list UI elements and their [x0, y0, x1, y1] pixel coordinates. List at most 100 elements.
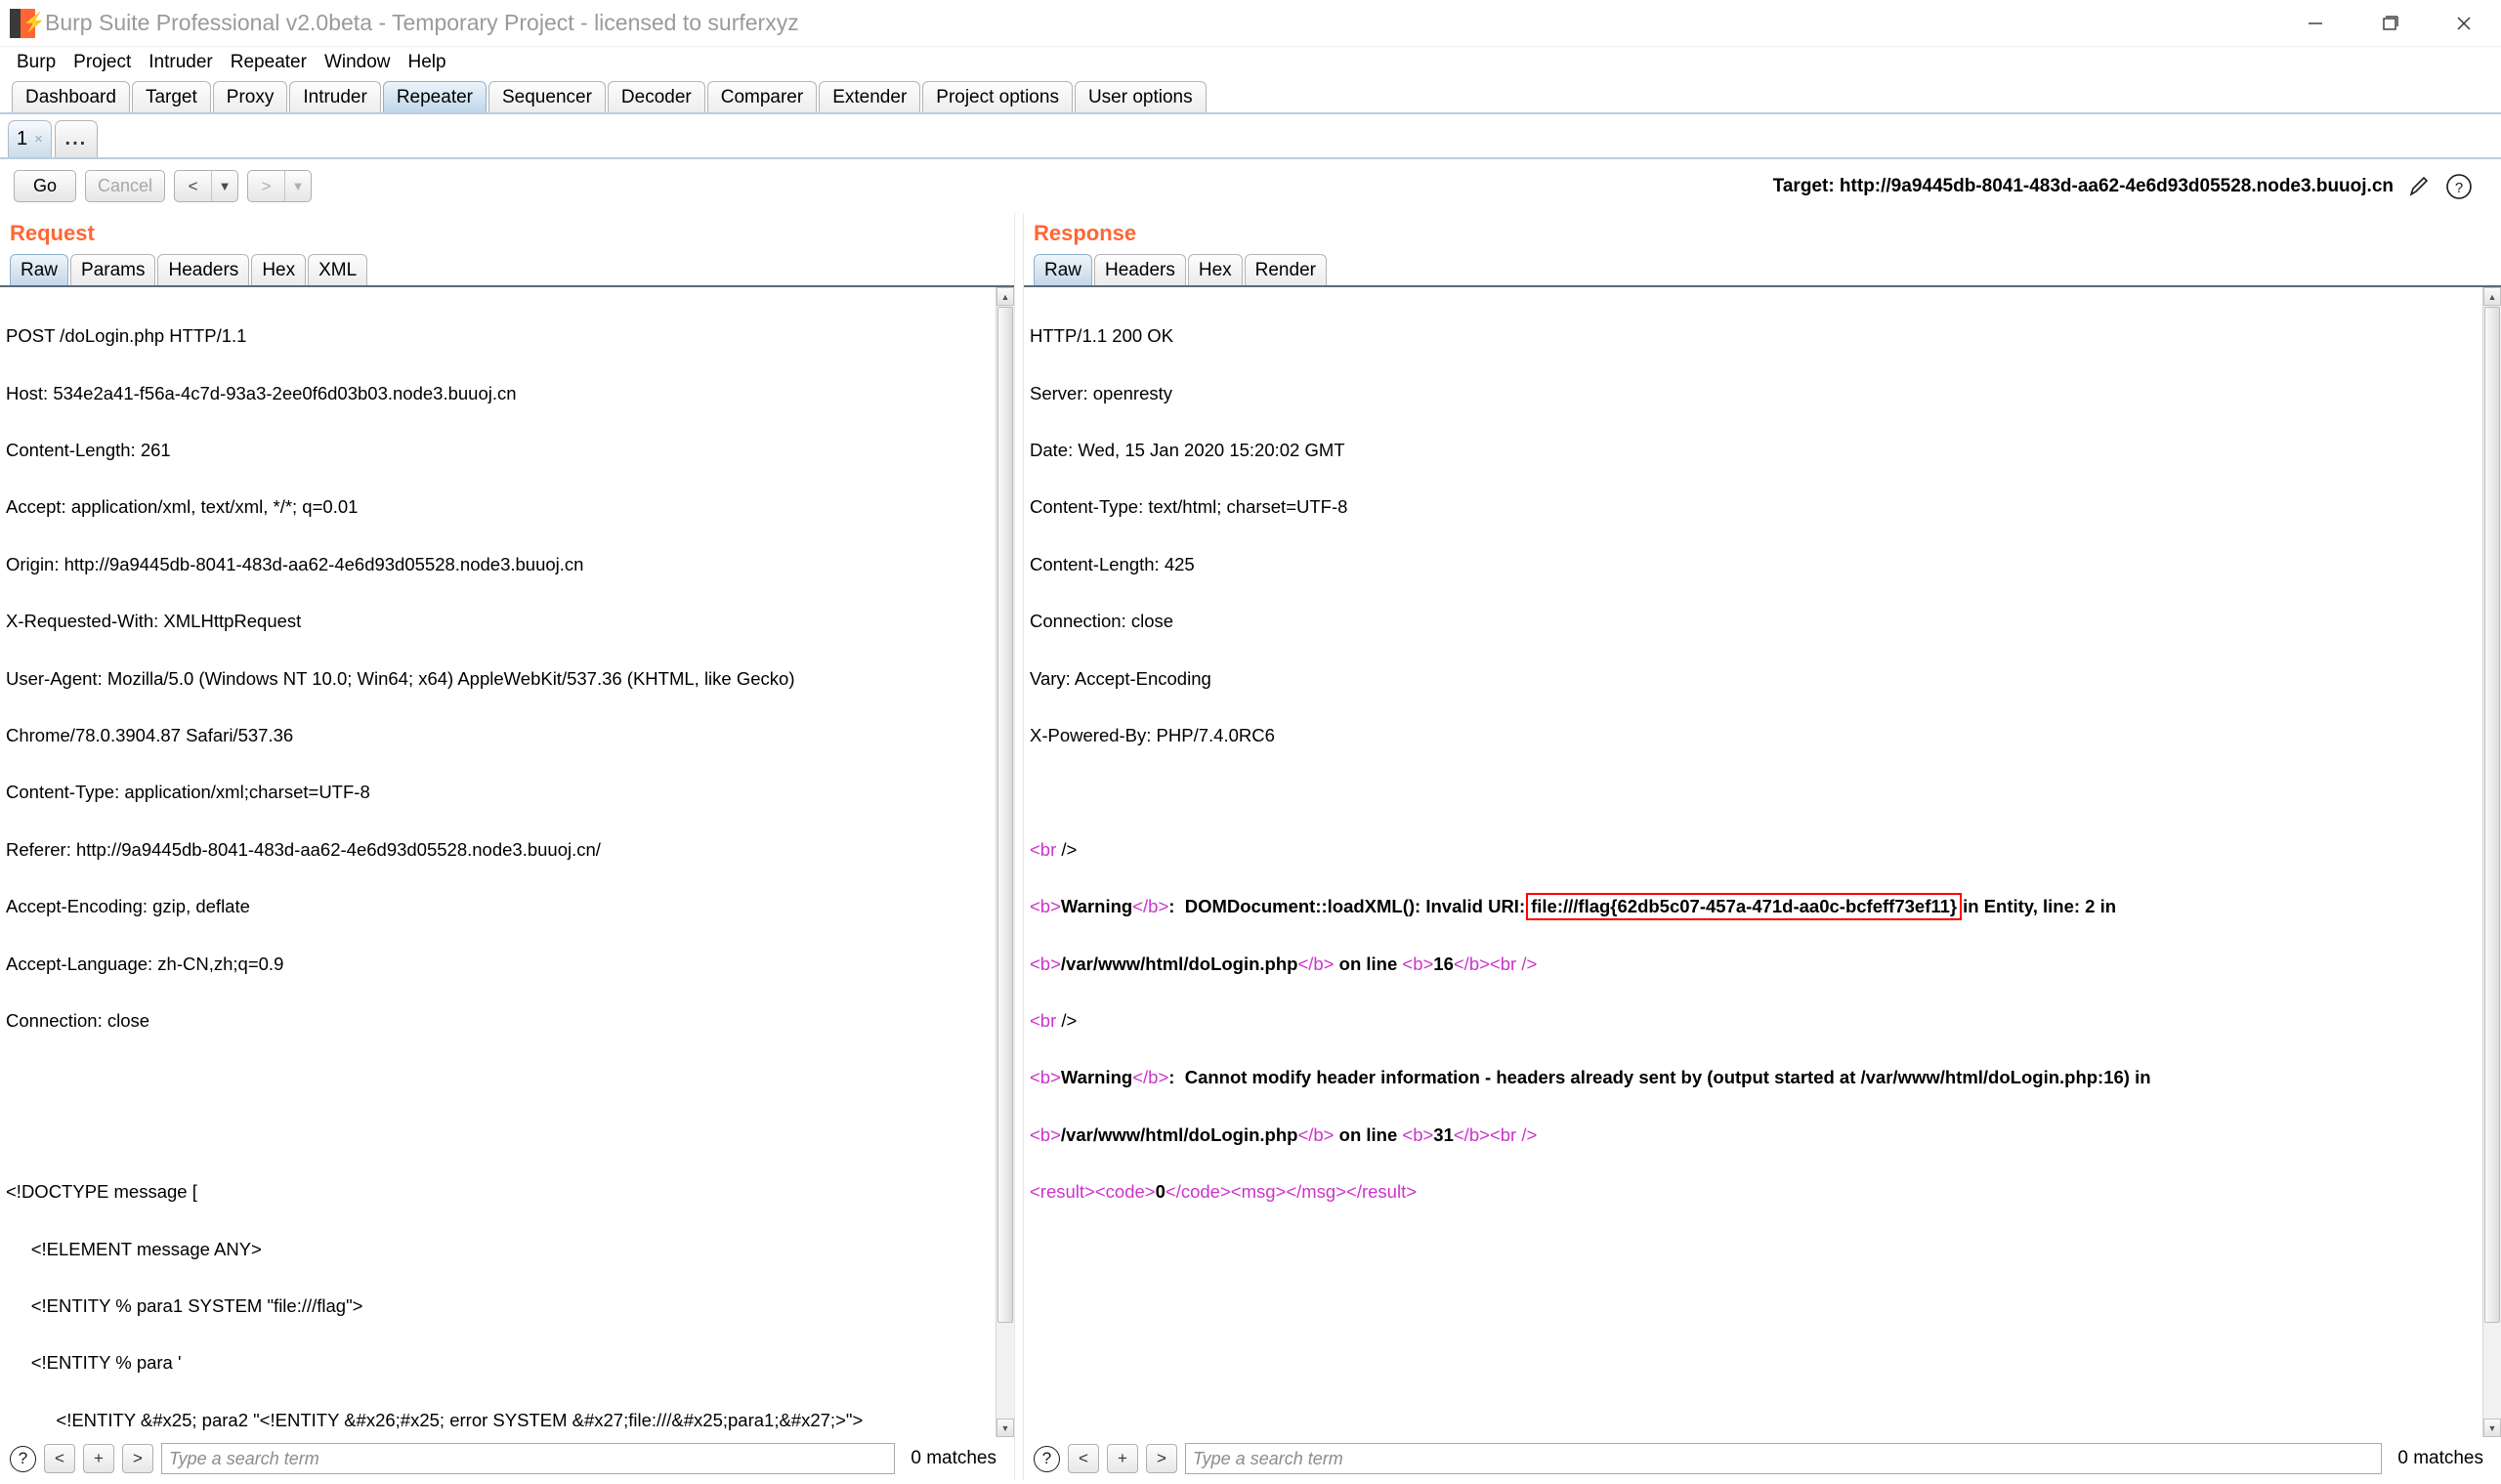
- tab-extender[interactable]: Extender: [819, 81, 921, 112]
- request-tab-headers[interactable]: Headers: [157, 254, 250, 285]
- tab-dashboard[interactable]: Dashboard: [12, 81, 130, 112]
- b-open-tag: <b>: [1030, 896, 1061, 917]
- request-scrollbar[interactable]: ▲ ▼: [996, 287, 1014, 1437]
- tab-project-options[interactable]: Project options: [922, 81, 1073, 112]
- tab-comparer[interactable]: Comparer: [706, 81, 818, 112]
- response-raw-text: HTTP/1.1 200 OK Server: openresty Date: …: [1030, 293, 2501, 1263]
- msg-close-tag: </msg>: [1286, 1181, 1347, 1203]
- b-open-tag: <b>: [1030, 1067, 1061, 1088]
- code-value: 0: [1155, 1181, 1166, 1203]
- response-scrollbar[interactable]: ▲ ▼: [2482, 287, 2501, 1437]
- b-close-tag: </b>: [1453, 953, 1490, 974]
- tab-proxy[interactable]: Proxy: [212, 81, 288, 112]
- search-add-button[interactable]: +: [83, 1444, 114, 1473]
- response-title: Response: [1034, 221, 1137, 245]
- search-next-button[interactable]: >: [122, 1444, 153, 1473]
- br-tag: <br />: [1489, 1124, 1538, 1145]
- request-pane: Request Raw Params Headers Hex XML POST …: [0, 213, 1014, 1480]
- search-prev-button[interactable]: <: [44, 1444, 75, 1473]
- minimize-icon[interactable]: [2278, 0, 2353, 47]
- request-header-line: Content-Type: application/xml;charset=UT…: [6, 782, 370, 803]
- maximize-icon[interactable]: [2353, 0, 2427, 47]
- b-open-tag: <b>: [1402, 1124, 1434, 1145]
- search-prev-button[interactable]: <: [1068, 1444, 1099, 1473]
- request-header-line: User-Agent: Mozilla/5.0 (Windows NT 10.0…: [6, 667, 795, 689]
- response-editor[interactable]: HTTP/1.1 200 OK Server: openresty Date: …: [1024, 287, 2501, 1437]
- code-open-tag: <code>: [1094, 1181, 1156, 1203]
- target-label: Target: http://9a9445db-8041-483d-aa62-4…: [1772, 175, 2394, 196]
- question-icon[interactable]: ?: [10, 1445, 36, 1472]
- response-header-line: Date: Wed, 15 Jan 2020 15:20:02 GMT: [1030, 440, 1345, 461]
- response-br-line: <br />: [1030, 1006, 2501, 1035]
- response-tab-hex[interactable]: Hex: [1187, 254, 1243, 285]
- response-header-line: Content-Type: text/html; charset=UTF-8: [1030, 496, 1348, 518]
- response-warning-line-2: <b>Warning</b>: Cannot modify header inf…: [1030, 1063, 2501, 1091]
- request-search-input[interactable]: Type a search term: [161, 1443, 896, 1474]
- scroll-down-icon[interactable]: ▼: [996, 1419, 1014, 1437]
- response-tab-render[interactable]: Render: [1244, 254, 1327, 285]
- request-editor[interactable]: POST /doLogin.php HTTP/1.1 Host: 534e2a4…: [0, 287, 1014, 1437]
- menu-item-intruder[interactable]: Intruder: [140, 50, 221, 75]
- b-close-tag: </b>: [1132, 896, 1169, 917]
- chevron-left-icon: <: [188, 176, 198, 195]
- request-body-line: <!ELEMENT message ANY>: [6, 1238, 262, 1259]
- scroll-up-icon[interactable]: ▲: [996, 287, 1014, 306]
- menu-item-burp[interactable]: Burp: [8, 50, 64, 75]
- pencil-icon[interactable]: [2404, 172, 2434, 201]
- response-path-line-1: <b>/var/www/html/doLogin.php</b> on line…: [1030, 950, 2501, 978]
- request-title: Request: [10, 221, 95, 245]
- forward-button[interactable]: > ▼: [247, 170, 313, 202]
- warning-word: Warning: [1060, 896, 1133, 917]
- close-icon[interactable]: ×: [34, 131, 43, 148]
- request-tab-hex[interactable]: Hex: [251, 254, 307, 285]
- response-path-line-2: <b>/var/www/html/doLogin.php</b> on line…: [1030, 1121, 2501, 1149]
- menu-item-window[interactable]: Window: [316, 50, 400, 75]
- sub-tab-add[interactable]: ...: [54, 120, 98, 157]
- menu-item-repeater[interactable]: Repeater: [222, 50, 316, 75]
- on-line-text: on line: [1334, 953, 1403, 974]
- response-br-line: <br />: [1030, 835, 2501, 864]
- response-tab-raw[interactable]: Raw: [1034, 254, 1093, 285]
- menu-item-help[interactable]: Help: [400, 50, 455, 75]
- request-header-line: Connection: close: [6, 1010, 150, 1032]
- go-button[interactable]: Go: [14, 170, 76, 202]
- back-button[interactable]: < ▼: [174, 170, 239, 202]
- main-tab-strip: Dashboard Target Proxy Intruder Repeater…: [0, 77, 2501, 114]
- request-tab-raw[interactable]: Raw: [10, 254, 69, 285]
- request-tab-params[interactable]: Params: [70, 254, 156, 285]
- result-open-tag: <result>: [1030, 1181, 1095, 1203]
- search-next-button[interactable]: >: [1146, 1444, 1177, 1473]
- b-open-tag: <b>: [1402, 953, 1434, 974]
- request-header-line: POST /doLogin.php HTTP/1.1: [6, 325, 247, 347]
- flag-highlight: file:///flag{62db5c07-457a-471d-aa0c-bcf…: [1526, 893, 1963, 921]
- tab-sequencer[interactable]: Sequencer: [488, 81, 606, 112]
- cancel-button[interactable]: Cancel: [85, 170, 166, 202]
- menu-item-project[interactable]: Project: [64, 50, 140, 75]
- tab-target[interactable]: Target: [131, 81, 211, 112]
- tab-repeater[interactable]: Repeater: [382, 81, 487, 112]
- scrollbar-thumb[interactable]: [2484, 307, 2500, 1323]
- tab-decoder[interactable]: Decoder: [607, 81, 705, 112]
- status-bar: Done 631 bytes | 47 millis: [0, 1480, 2501, 1484]
- request-tab-xml[interactable]: XML: [308, 254, 368, 285]
- question-icon[interactable]: ?: [1034, 1445, 1060, 1472]
- tab-intruder[interactable]: Intruder: [289, 81, 381, 112]
- scroll-up-icon[interactable]: ▲: [2483, 287, 2501, 306]
- question-icon[interactable]: ?: [2444, 172, 2474, 201]
- chevron-down-icon: ▼: [218, 179, 232, 193]
- response-search-input[interactable]: Type a search term: [1185, 1443, 2383, 1474]
- response-header-line: Content-Length: 425: [1030, 553, 1195, 574]
- search-add-button[interactable]: +: [1107, 1444, 1138, 1473]
- tab-user-options[interactable]: User options: [1074, 81, 1207, 112]
- request-body-line: <!ENTITY % para1 SYSTEM "file:///flag">: [6, 1295, 363, 1317]
- scrollbar-thumb[interactable]: [997, 307, 1013, 1323]
- warning-text: : Cannot modify header information - hea…: [1168, 1067, 2151, 1088]
- close-icon[interactable]: [2427, 0, 2501, 47]
- response-tab-headers[interactable]: Headers: [1094, 254, 1186, 285]
- pane-divider[interactable]: [1014, 213, 1024, 1480]
- br-tag: <br: [1030, 838, 1057, 860]
- sub-tab-1[interactable]: 1 ×: [8, 120, 52, 157]
- scroll-down-icon[interactable]: ▼: [2483, 1419, 2501, 1437]
